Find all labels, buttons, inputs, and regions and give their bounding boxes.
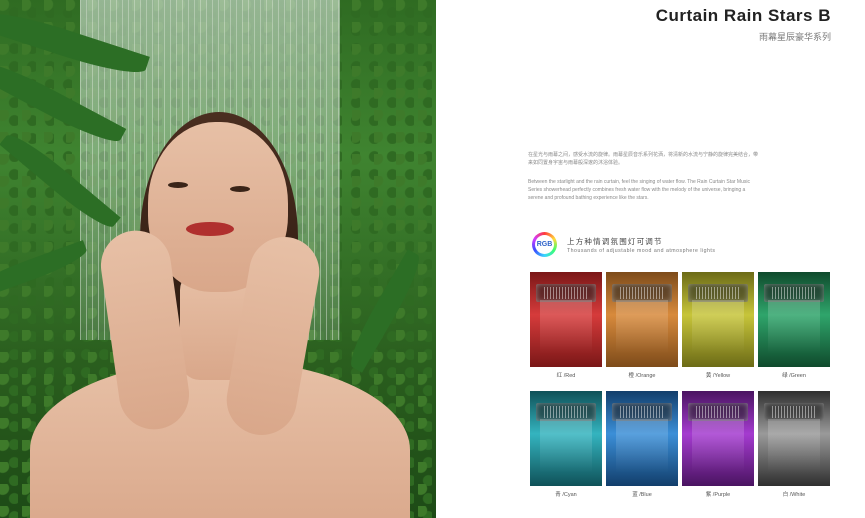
water-glow bbox=[540, 419, 592, 486]
led-grid bbox=[620, 287, 664, 299]
light-swatch-label: 紫 /Purple bbox=[705, 492, 731, 498]
light-swatch-label: 蓝 /Blue bbox=[632, 492, 652, 498]
water-glow bbox=[768, 419, 820, 486]
led-grid bbox=[772, 406, 816, 418]
page-subtitle: 雨幕星辰豪华系列 bbox=[758, 32, 831, 42]
led-grid bbox=[620, 406, 664, 418]
eye bbox=[168, 182, 188, 188]
rgb-icon: RGB bbox=[532, 232, 557, 257]
light-swatch-6 bbox=[606, 391, 678, 486]
light-swatch-label: 绿 /Green bbox=[782, 373, 806, 379]
water-glow bbox=[692, 419, 744, 486]
light-swatch-3 bbox=[682, 272, 754, 367]
light-swatch-5 bbox=[530, 391, 602, 486]
lights-heading-cn: 上方种情调氛围灯可调节 bbox=[567, 237, 663, 246]
rgb-badge-label: RGB bbox=[535, 235, 554, 254]
led-grid bbox=[696, 406, 740, 418]
light-swatch-1 bbox=[530, 272, 602, 367]
light-swatch-2 bbox=[606, 272, 678, 367]
water-glow bbox=[616, 300, 668, 367]
led-grid bbox=[772, 287, 816, 299]
palm-leaf bbox=[0, 240, 90, 300]
light-swatch-label: 白 /White bbox=[782, 492, 806, 498]
led-grid bbox=[544, 287, 588, 299]
water-glow bbox=[692, 300, 744, 367]
intro-text-en: Between the starlight and the rain curta… bbox=[528, 179, 750, 201]
hero-photo bbox=[0, 0, 436, 518]
water-glow bbox=[768, 300, 820, 367]
light-swatch-4 bbox=[758, 272, 830, 367]
led-grid bbox=[544, 406, 588, 418]
palm-leaf bbox=[342, 249, 428, 373]
lips bbox=[186, 222, 234, 236]
light-swatch-label: 青 /Cyan bbox=[555, 492, 577, 498]
light-swatch-label: 红 /Red bbox=[556, 373, 576, 379]
light-swatch-label: 橙 /Orange bbox=[628, 373, 656, 379]
light-swatch-7 bbox=[682, 391, 754, 486]
eye bbox=[230, 186, 250, 192]
water-glow bbox=[540, 300, 592, 367]
page-title: Curtain Rain Stars B bbox=[655, 6, 831, 25]
led-grid bbox=[696, 287, 740, 299]
intro-text-cn: 在星光与雨幕之间，感受水流的旋律。雨幕星辰音乐系列花洒，将清新的水流与宁静的旋律… bbox=[528, 152, 759, 166]
water-glow bbox=[616, 419, 668, 486]
light-swatch-label: 黄 /Yellow bbox=[705, 373, 731, 379]
shoulders bbox=[30, 360, 410, 518]
light-swatch-8 bbox=[758, 391, 830, 486]
lights-heading-en: Thousands of adjustable mood and atmosph… bbox=[567, 248, 716, 254]
